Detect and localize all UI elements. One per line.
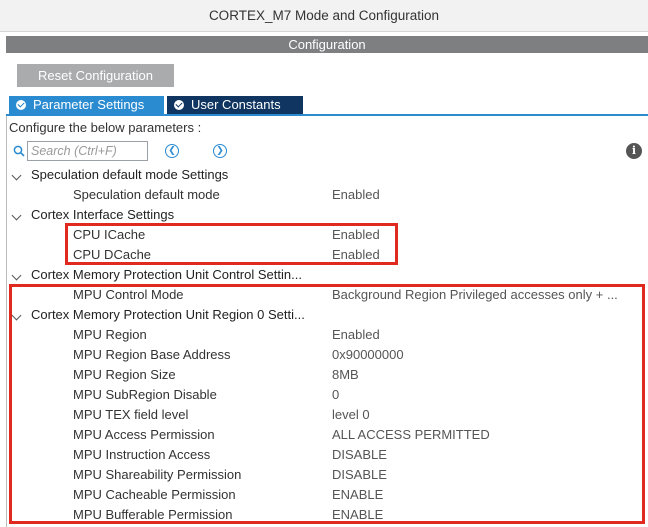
- chevron-down-icon[interactable]: [11, 210, 22, 221]
- search-input[interactable]: [27, 141, 148, 161]
- search-icon: [13, 145, 25, 157]
- tree-group[interactable]: Cortex Memory Protection Unit Control Se…: [0, 265, 648, 285]
- tree-group[interactable]: Speculation default mode Settings: [0, 165, 648, 185]
- reset-configuration-button[interactable]: Reset Configuration: [17, 64, 174, 87]
- chevron-down-icon[interactable]: [11, 270, 22, 281]
- info-icon[interactable]: i: [626, 143, 642, 159]
- chevron-left-icon[interactable]: ❮: [165, 144, 179, 158]
- chevron-right-icon[interactable]: ❯: [213, 144, 227, 158]
- tree-group[interactable]: Cortex Interface Settings: [0, 205, 648, 225]
- group-label: Cortex Memory Protection Unit Control Se…: [31, 267, 302, 282]
- tab-label: User Constants: [191, 97, 281, 112]
- parameter-name: Speculation default mode: [73, 187, 220, 202]
- highlight-box-mpu: [9, 284, 645, 524]
- tab-label: Parameter Settings: [33, 97, 145, 112]
- window-title: CORTEX_M7 Mode and Configuration: [0, 0, 648, 32]
- chevron-down-icon[interactable]: [11, 170, 22, 181]
- parameter-value[interactable]: Enabled: [332, 185, 380, 205]
- highlight-box-cpu-cache: [65, 223, 398, 265]
- panel-hint: Configure the below parameters :: [9, 120, 202, 135]
- check-circle-icon: [16, 100, 26, 110]
- check-circle-icon: [174, 100, 184, 110]
- group-label: Speculation default mode Settings: [31, 167, 229, 182]
- tab-parameter-settings[interactable]: Parameter Settings: [9, 96, 164, 114]
- group-label: Cortex Interface Settings: [31, 207, 175, 222]
- parameter-row[interactable]: Speculation default mode Enabled: [0, 185, 648, 205]
- tab-user-constants[interactable]: User Constants: [167, 96, 303, 114]
- configuration-header: Configuration: [6, 36, 648, 53]
